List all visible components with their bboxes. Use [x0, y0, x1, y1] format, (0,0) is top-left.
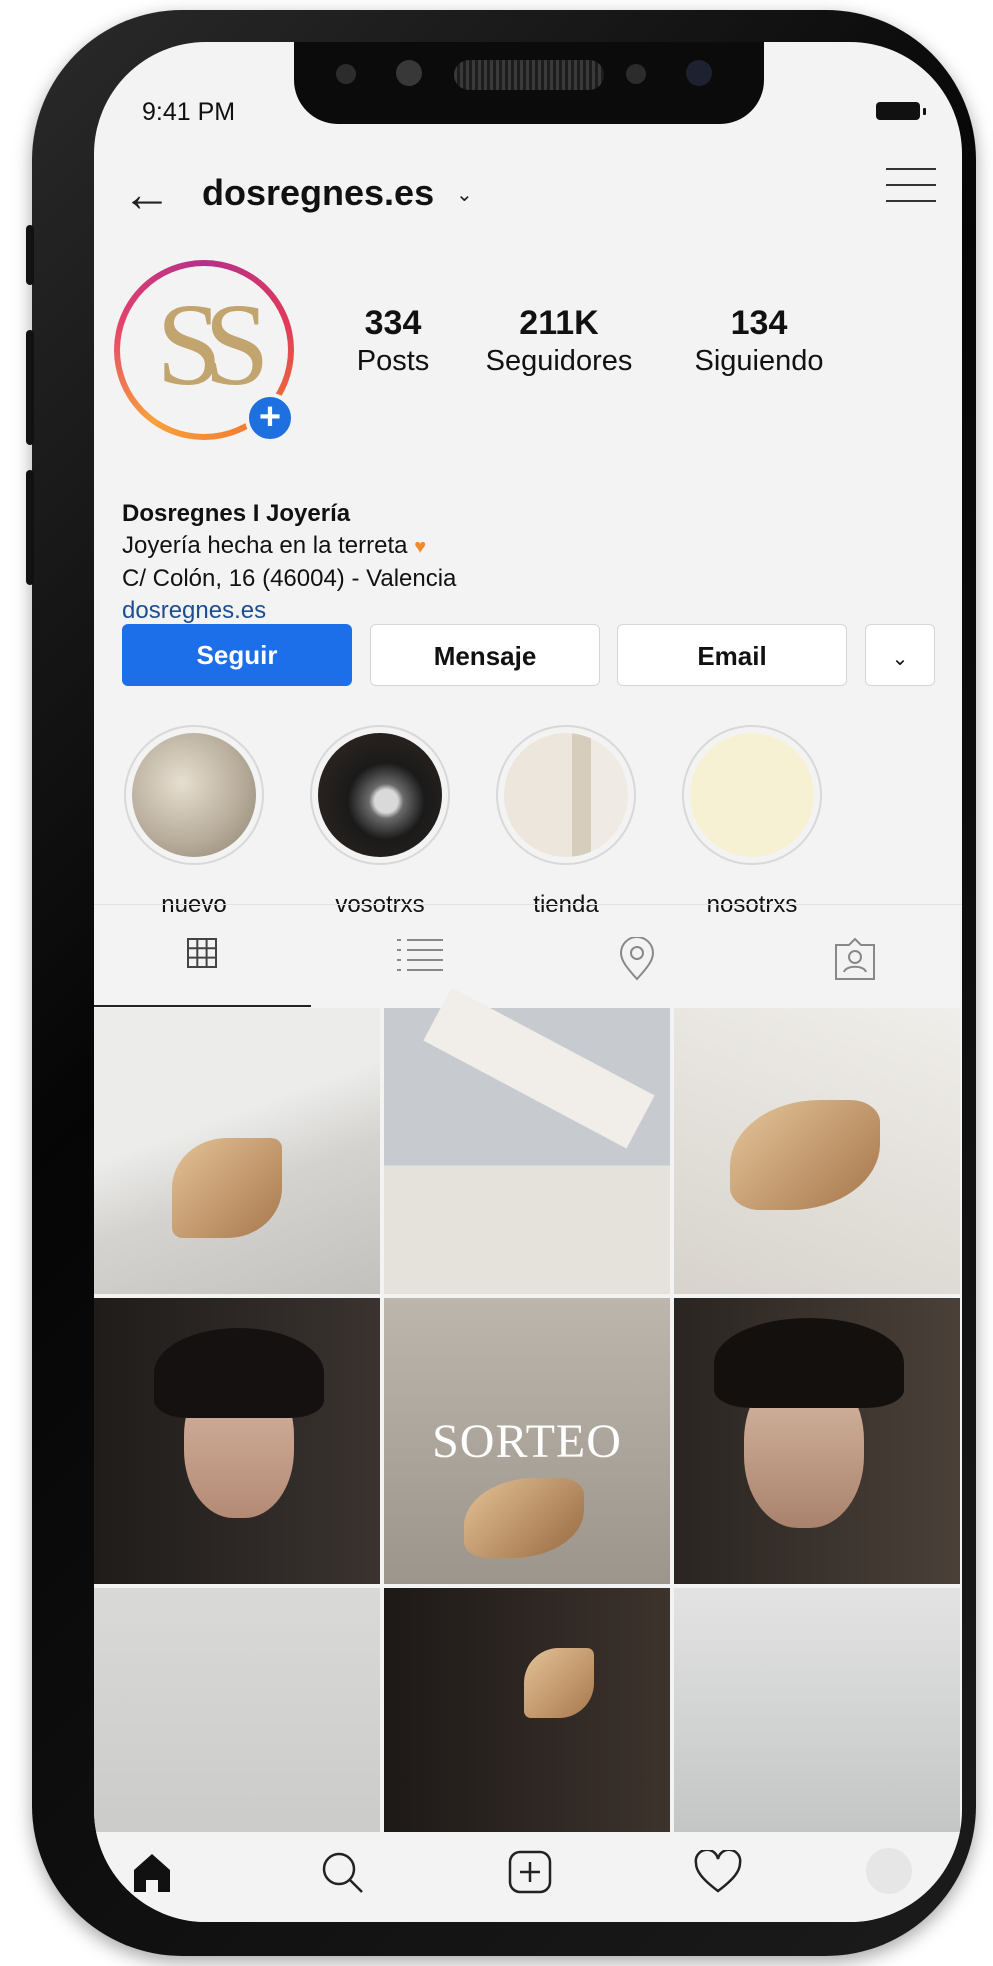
highlight-tienda[interactable]: tienda: [496, 725, 636, 919]
stat-following-label: Siguiendo: [694, 345, 824, 377]
post-thumbnail[interactable]: SORTEO: [384, 1298, 670, 1584]
sensor: [626, 64, 646, 84]
email-button[interactable]: Email: [617, 624, 847, 686]
stat-posts[interactable]: 334 Posts: [338, 304, 448, 378]
list-icon: [397, 939, 443, 971]
profile-display-name: Dosregnes I Joyería: [122, 500, 351, 527]
post-thumbnail[interactable]: [94, 1298, 380, 1584]
notch: [294, 42, 764, 124]
follow-button[interactable]: Seguir: [122, 624, 352, 686]
chevron-down-icon: ⌄: [891, 648, 909, 670]
post-portrait-hair: [154, 1328, 324, 1418]
post-portrait-hair: [714, 1318, 904, 1408]
hamburger-menu-icon[interactable]: [886, 168, 936, 212]
screen: 9:41 PM ← dosregnes.es ⌄ SS + 334 Posts …: [94, 42, 962, 1922]
post-thumbnail[interactable]: [674, 1008, 960, 1294]
highlight-cover: [318, 733, 442, 857]
highlight-ring: [310, 725, 450, 865]
tab-location[interactable]: [528, 905, 745, 1005]
message-button[interactable]: Mensaje: [370, 624, 600, 686]
post-architecture-shape: [423, 987, 655, 1149]
create-post-icon[interactable]: [508, 1850, 552, 1894]
profile-tabs: [94, 904, 962, 1007]
sensor: [396, 60, 422, 86]
side-button-volume-down: [26, 470, 34, 585]
post-earring-shape: [730, 1100, 880, 1210]
profile-bio: Dosregnes I Joyería Joyería hecha en la …: [122, 498, 456, 627]
profile-username[interactable]: dosregnes.es: [202, 172, 434, 214]
side-button-volume-up: [26, 330, 34, 445]
profile-avatar-icon[interactable]: [866, 1848, 912, 1894]
bio-address: C/ Colón, 16 (46004) - Valencia: [122, 565, 457, 592]
battery-icon: [876, 102, 926, 120]
highlight-nuevo[interactable]: nuevo: [124, 725, 264, 919]
sensor: [336, 64, 356, 84]
orange-heart-icon: ♥: [414, 536, 427, 558]
more-options-button[interactable]: ⌄: [865, 624, 935, 686]
highlight-ring: [496, 725, 636, 865]
stat-followers[interactable]: 211K Seguidores: [474, 304, 644, 378]
profile-website-link[interactable]: dosregnes.es: [122, 595, 456, 627]
bio-line: Joyería hecha en la terreta ♥: [122, 530, 456, 563]
highlight-cover: [504, 733, 628, 857]
highlight-ring: [124, 725, 264, 865]
tab-grid[interactable]: [94, 905, 311, 1007]
stat-followers-label: Seguidores: [485, 345, 633, 377]
post-earring-shape: [524, 1648, 594, 1718]
post-thumbnail[interactable]: [384, 987, 670, 1294]
post-thumbnail[interactable]: [94, 1008, 380, 1294]
brand-logo: SS: [156, 279, 269, 410]
tagged-person-icon: [835, 937, 875, 980]
stat-following-count: 134: [730, 304, 788, 342]
stat-followers-count: 211K: [519, 304, 599, 342]
highlight-nosotrxs[interactable]: nosotrxs: [682, 725, 822, 919]
stat-posts-count: 334: [364, 304, 422, 342]
stat-posts-label: Posts: [356, 345, 430, 377]
bio-text: Joyería hecha en la terreta: [122, 532, 408, 559]
add-story-plus-icon[interactable]: +: [245, 393, 295, 443]
chevron-down-icon[interactable]: ⌄: [456, 182, 473, 207]
stat-following[interactable]: 134 Siguiendo: [674, 304, 844, 378]
back-arrow-icon[interactable]: ←: [122, 169, 172, 219]
highlight-cover: [690, 733, 814, 857]
post-thumbnail[interactable]: [674, 1298, 960, 1584]
front-camera: [686, 60, 712, 86]
tab-list[interactable]: [311, 905, 528, 1005]
status-time: 9:41 PM: [142, 98, 236, 126]
highlight-cover: [132, 733, 256, 857]
side-button-silent: [26, 225, 34, 285]
phone-frame: 9:41 PM ← dosregnes.es ⌄ SS + 334 Posts …: [26, 10, 976, 1956]
post-earring-shape: [464, 1478, 584, 1558]
post-earring-shape: [172, 1138, 282, 1238]
grid-icon: [187, 938, 217, 968]
bottom-navigation: [94, 1832, 962, 1922]
highlight-ring: [682, 725, 822, 865]
location-pin-icon: [619, 937, 655, 981]
profile-header: ← dosregnes.es ⌄: [94, 162, 962, 232]
tab-tagged[interactable]: [745, 905, 962, 1005]
highlight-vosotrxs[interactable]: vosotrxs: [310, 725, 450, 919]
post-sorteo-text: SORTEO: [432, 1415, 622, 1468]
speaker: [454, 60, 604, 90]
search-icon[interactable]: [320, 1850, 364, 1894]
home-icon[interactable]: [130, 1850, 174, 1894]
heart-icon[interactable]: [694, 1850, 742, 1894]
